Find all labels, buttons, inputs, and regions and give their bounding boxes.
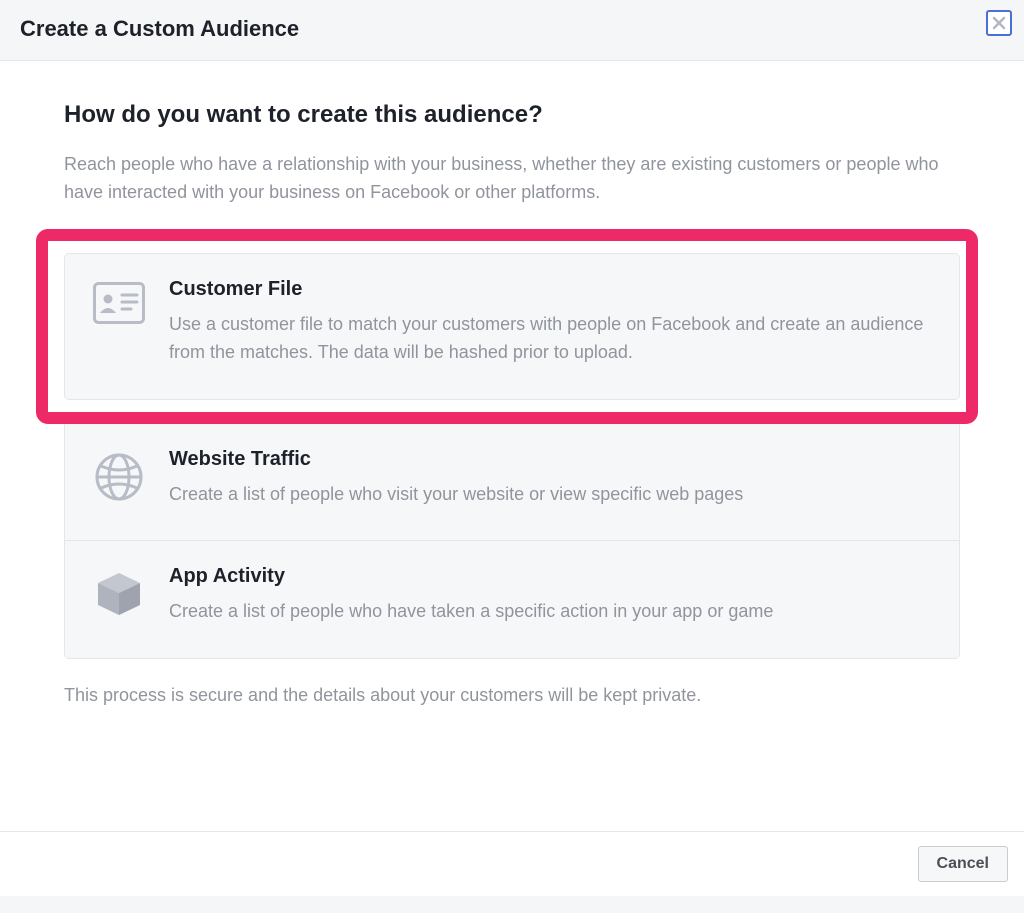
option-title: Website Traffic (169, 448, 933, 471)
dialog-body: How do you want to create this audience?… (0, 61, 1024, 831)
dialog-footer: Cancel (0, 831, 1024, 896)
option-customer-file-container: Customer File Use a customer file to mat… (64, 253, 960, 400)
cancel-button[interactable]: Cancel (918, 846, 1008, 882)
close-icon (992, 16, 1006, 30)
option-list: Website Traffic Create a list of people … (64, 424, 960, 660)
highlighted-option-frame: Customer File Use a customer file to mat… (36, 229, 978, 424)
option-text: Website Traffic Create a list of people … (169, 448, 933, 509)
question-heading: How do you want to create this audience? (64, 101, 960, 129)
option-title: App Activity (169, 565, 933, 588)
dialog-header: Create a Custom Audience (0, 0, 1024, 61)
option-description: Create a list of people who have taken a… (169, 598, 933, 626)
customer-file-icon (91, 278, 147, 367)
option-description: Use a customer file to match your custom… (169, 311, 933, 367)
option-description: Create a list of people who visit your w… (169, 481, 933, 509)
globe-icon (91, 448, 147, 509)
create-audience-dialog: Create a Custom Audience How do you want… (0, 0, 1024, 896)
dialog-title: Create a Custom Audience (20, 16, 299, 41)
option-app-activity[interactable]: App Activity Create a list of people who… (65, 540, 959, 658)
option-website-traffic[interactable]: Website Traffic Create a list of people … (65, 424, 959, 541)
option-text: Customer File Use a customer file to mat… (169, 278, 933, 367)
subtitle-text: Reach people who have a relationship wit… (64, 151, 960, 207)
option-text: App Activity Create a list of people who… (169, 565, 933, 626)
cube-icon (91, 565, 147, 626)
option-title: Customer File (169, 278, 933, 301)
close-button[interactable] (986, 10, 1012, 36)
option-customer-file[interactable]: Customer File Use a customer file to mat… (65, 254, 959, 399)
secure-note: This process is secure and the details a… (64, 685, 960, 706)
